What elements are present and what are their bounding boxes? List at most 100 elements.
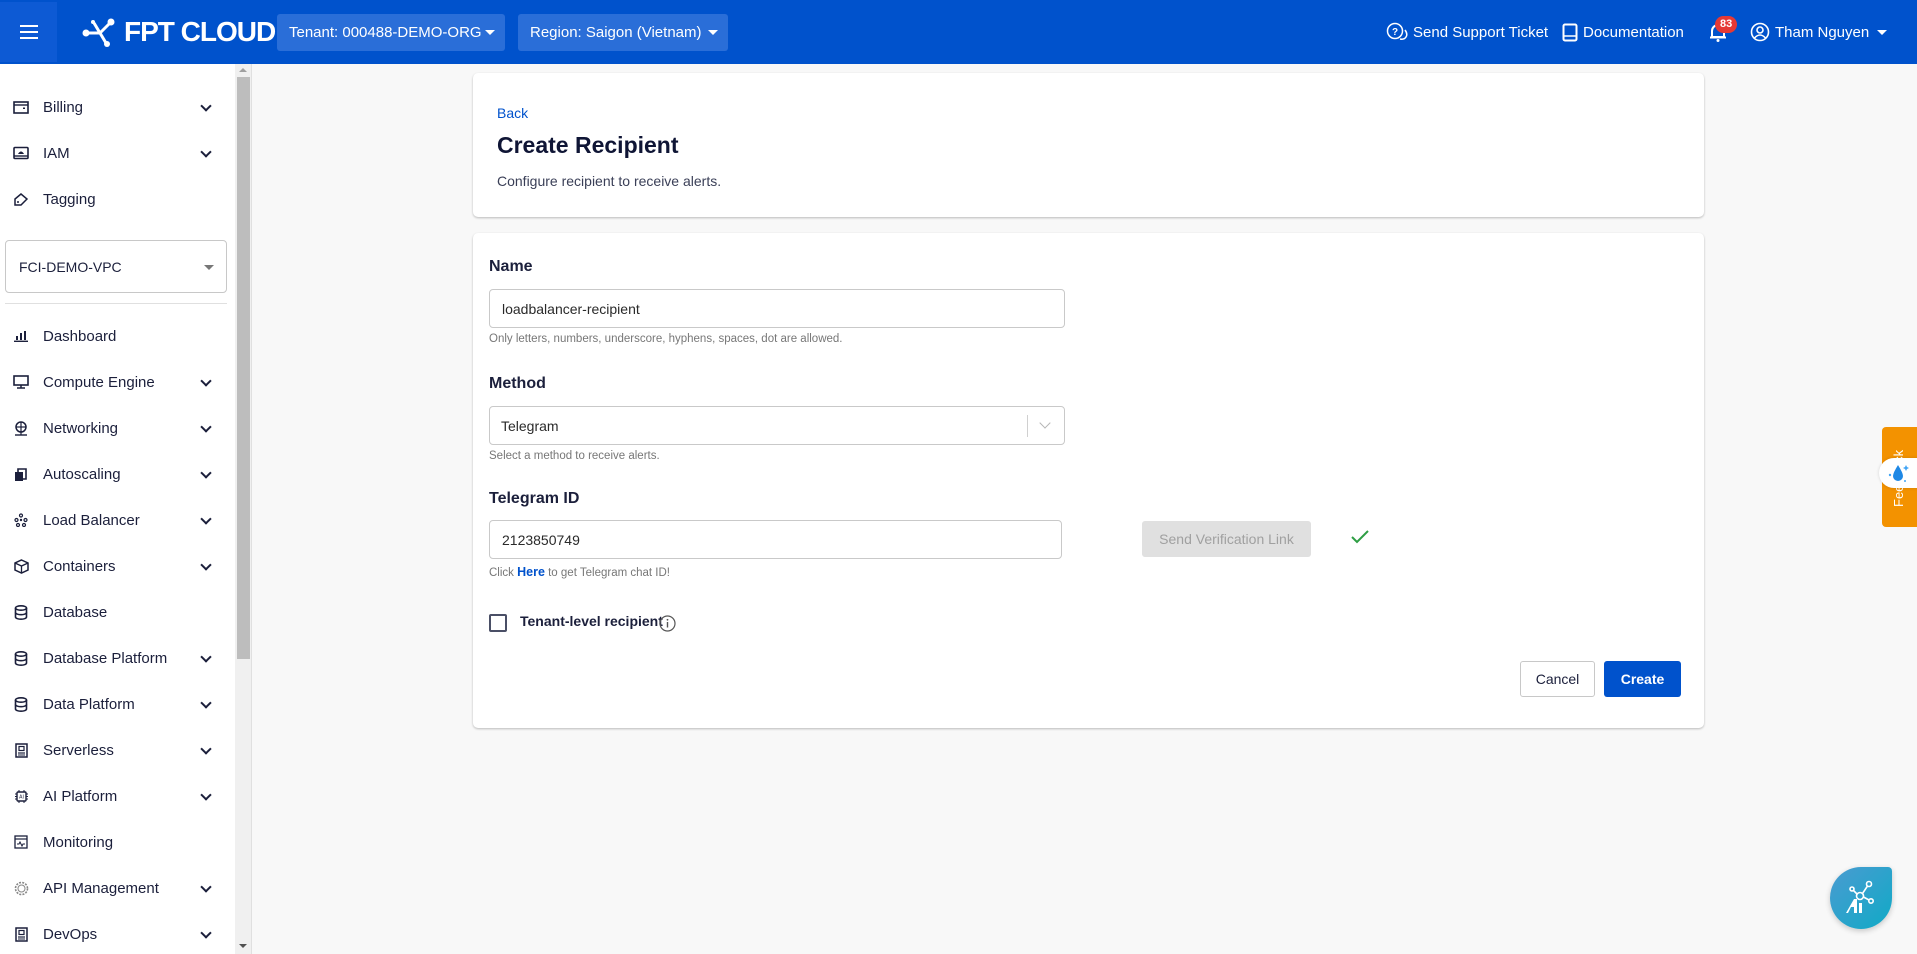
caret-down-icon xyxy=(204,265,214,270)
sidebar-item-load-balancer[interactable]: Load Balancer xyxy=(0,500,235,540)
support-question-icon: ? xyxy=(1386,22,1408,40)
documentation-link[interactable]: Documentation xyxy=(1562,0,1684,64)
scrollbar-thumb[interactable] xyxy=(237,77,250,659)
sidebar-item-api-management[interactable]: API Management xyxy=(0,868,235,908)
sidebar-item-containers[interactable]: Containers xyxy=(0,546,235,586)
sidebar-item-compute-engine[interactable]: Compute Engine xyxy=(0,362,235,402)
sidebar-item-label: Compute Engine xyxy=(43,373,155,391)
chevron-down-icon xyxy=(200,467,212,479)
sidebar-item-billing[interactable]: Billing xyxy=(0,87,235,127)
tenant-select[interactable]: Tenant: 000488-DEMO-ORG xyxy=(277,14,505,51)
page-subtitle: Configure recipient to receive alerts. xyxy=(497,173,722,189)
sidebar-item-ai-platform[interactable]: AI AI Platform xyxy=(0,776,235,816)
logo-network-icon xyxy=(82,18,115,47)
autoscaling-icon xyxy=(12,465,30,483)
tenant-level-label[interactable]: Tenant-level recipient xyxy=(520,613,663,629)
database-icon xyxy=(12,649,30,667)
back-link[interactable]: Back xyxy=(497,105,528,121)
tag-icon xyxy=(12,190,30,208)
create-recipient-form: Name Only letters, numbers, underscore, … xyxy=(473,233,1704,728)
telegram-help-link[interactable]: Here xyxy=(517,565,545,579)
water-drop-sparkle-icon xyxy=(1888,465,1909,482)
id-card-icon xyxy=(12,144,30,162)
support-ticket-link[interactable]: ? Send Support Ticket xyxy=(1386,0,1548,64)
chevron-down-icon xyxy=(200,927,212,939)
hint-text: to get Telegram chat ID! xyxy=(544,567,670,579)
name-hint: Only letters, numbers, underscore, hyphe… xyxy=(489,333,843,345)
user-menu[interactable]: Tham Nguyen xyxy=(1750,0,1888,64)
sidebar-scrollbar[interactable] xyxy=(235,64,252,954)
sidebar-item-label: DevOps xyxy=(43,925,98,943)
monitor-icon xyxy=(12,373,30,391)
sidebar-item-tagging[interactable]: Tagging xyxy=(0,179,235,219)
method-select-value: Telegram xyxy=(501,417,559,434)
server-chip-icon xyxy=(12,925,30,943)
hint-text: Click xyxy=(489,567,518,579)
sidebar-item-iam[interactable]: IAM xyxy=(0,133,235,173)
tenant-level-checkbox[interactable] xyxy=(489,614,507,632)
chevron-down-icon xyxy=(200,375,212,387)
sidebar-item-data-platform[interactable]: Data Platform xyxy=(0,684,235,724)
chevron-down-icon xyxy=(200,421,212,433)
page-title: Create Recipient xyxy=(497,132,679,158)
book-icon xyxy=(1562,23,1578,41)
sidebar-item-database-platform[interactable]: Database Platform xyxy=(0,638,235,678)
chevron-down-icon xyxy=(200,146,212,158)
sidebar-item-label: Autoscaling xyxy=(43,465,121,483)
sidebar-item-serverless[interactable]: Serverless xyxy=(0,730,235,770)
vpc-select[interactable]: FCI-DEMO-VPC xyxy=(5,240,227,293)
feedback-bubble[interactable] xyxy=(1879,458,1917,488)
logo-text: FPT CLOUD xyxy=(124,16,276,47)
chevron-down-icon xyxy=(200,881,212,893)
sidebar-item-dashboard[interactable]: Dashboard xyxy=(0,316,235,356)
sidebar-item-autoscaling[interactable]: Autoscaling xyxy=(0,454,235,494)
server-chip-icon xyxy=(12,741,30,759)
sidebar-item-devops[interactable]: DevOps xyxy=(0,914,235,954)
fpt-cloud-logo[interactable]: FPT CLOUD xyxy=(80,14,276,50)
tenant-select-label: Tenant: 000488-DEMO-ORG xyxy=(289,24,482,41)
name-input[interactable] xyxy=(489,289,1065,328)
ai-network-icon xyxy=(1846,880,1874,913)
sidebar-item-label: Dashboard xyxy=(43,327,117,345)
user-name: Tham Nguyen xyxy=(1775,23,1870,41)
page-header-card: Back Create Recipient Configure recipien… xyxy=(473,73,1704,217)
sidebar-item-label: IAM xyxy=(43,144,70,162)
sidebar-item-label: Tagging xyxy=(43,190,96,208)
ai-assistant-button[interactable] xyxy=(1830,867,1892,929)
sidebar-item-label: Containers xyxy=(43,557,116,575)
chevron-down-icon xyxy=(200,697,212,709)
sidebar: Billing IAM Tagging FCI-DEMO-VPC Dashboa… xyxy=(0,64,235,954)
scroll-up-arrow-icon[interactable] xyxy=(239,68,247,72)
cancel-button[interactable]: Cancel xyxy=(1520,661,1595,697)
globe-network-icon xyxy=(12,419,30,437)
sidebar-item-monitoring[interactable]: Monitoring xyxy=(0,822,235,862)
create-button[interactable]: Create xyxy=(1604,661,1681,697)
scroll-down-arrow-icon[interactable] xyxy=(239,944,247,948)
method-select[interactable]: Telegram xyxy=(489,406,1065,445)
database-icon xyxy=(12,695,30,713)
vpc-select-value: FCI-DEMO-VPC xyxy=(19,258,122,275)
region-select[interactable]: Region: Saigon (Vietnam) xyxy=(518,14,728,51)
chevron-down-icon xyxy=(200,789,212,801)
sidebar-item-label: Serverless xyxy=(43,741,114,759)
telegram-id-input[interactable] xyxy=(489,520,1062,559)
svg-text:AI: AI xyxy=(19,794,24,800)
cube-icon xyxy=(12,557,30,575)
sidebar-item-label: API Management xyxy=(43,879,159,897)
sidebar-item-label: AI Platform xyxy=(43,787,118,805)
sidebar-item-networking[interactable]: Networking xyxy=(0,408,235,448)
sidebar-item-label: Data Platform xyxy=(43,695,135,713)
name-label: Name xyxy=(489,258,533,275)
documentation-label: Documentation xyxy=(1583,23,1684,41)
sidebar-item-label: Billing xyxy=(43,98,84,116)
menu-toggle-button[interactable] xyxy=(0,2,57,62)
region-select-label: Region: Saigon (Vietnam) xyxy=(530,24,702,41)
sidebar-item-database[interactable]: Database xyxy=(0,592,235,632)
info-icon[interactable] xyxy=(659,615,676,632)
method-label: Method xyxy=(489,375,546,392)
send-verification-link-button[interactable]: Send Verification Link xyxy=(1142,521,1311,557)
sidebar-item-label: Networking xyxy=(43,419,119,437)
top-header: FPT CLOUD Tenant: 000488-DEMO-ORG Region… xyxy=(0,0,1917,64)
chevron-down-icon xyxy=(1039,417,1051,429)
chevron-down-icon xyxy=(200,100,212,112)
